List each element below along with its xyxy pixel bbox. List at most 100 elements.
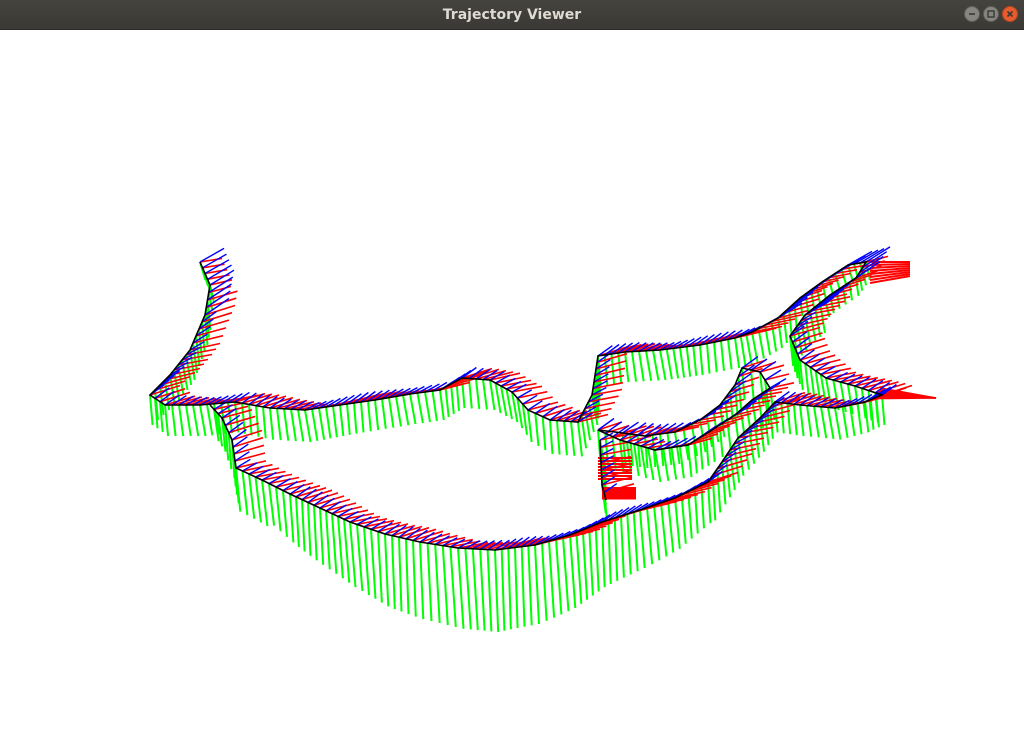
y-axis-marker [575, 532, 583, 604]
y-axis-marker [241, 470, 249, 516]
y-axis-marker [527, 545, 533, 626]
y-axis-marker [412, 540, 417, 617]
y-axis-marker [534, 544, 540, 625]
x-axis-marker [307, 492, 339, 504]
y-axis-marker [507, 548, 512, 630]
y-axis-marker [325, 510, 331, 570]
y-axis-marker [439, 389, 445, 421]
y-axis-marker [185, 404, 192, 437]
y-axis-marker [391, 535, 396, 610]
title-bar[interactable]: Trajectory Viewer [0, 0, 1024, 30]
y-axis-marker [434, 544, 441, 624]
y-axis-marker [479, 549, 486, 631]
y-axis-marker [556, 420, 561, 455]
y-axis-marker [457, 547, 465, 629]
minimize-button[interactable] [964, 6, 980, 22]
y-axis-marker [549, 419, 554, 455]
trajectory-plot[interactable] [0, 30, 1024, 741]
y-axis-marker [713, 342, 718, 373]
y-axis-marker [254, 476, 262, 523]
y-axis-marker [819, 302, 826, 334]
y-axis-marker [806, 405, 813, 437]
y-axis-marker [346, 403, 351, 435]
y-axis-marker [541, 416, 547, 451]
close-button[interactable] [1002, 6, 1018, 22]
y-axis-marker [311, 408, 319, 441]
y-axis-marker [563, 420, 568, 456]
y-axis-marker [384, 533, 390, 607]
y-axis-marker [562, 536, 570, 612]
y-axis-marker [374, 399, 380, 431]
y-axis-marker [464, 548, 472, 630]
y-axis-marker [500, 549, 506, 631]
app-window: Trajectory Viewer [0, 0, 1024, 741]
y-axis-marker [706, 343, 711, 374]
y-axis-marker [652, 350, 660, 381]
trajectory-canvas[interactable] [0, 30, 1024, 741]
y-axis-marker [799, 404, 805, 437]
x-axis-marker [154, 388, 186, 400]
y-axis-marker [792, 404, 798, 436]
y-axis-marker [646, 507, 654, 565]
y-axis-marker [395, 396, 402, 427]
y-axis-marker [569, 534, 577, 609]
y-axis-marker [475, 378, 481, 410]
y-axis-marker [471, 548, 479, 631]
y-axis-marker [786, 403, 792, 435]
y-axis-marker [441, 545, 449, 626]
y-axis-marker [813, 406, 820, 438]
y-axis-marker [276, 408, 282, 441]
y-axis-marker [665, 349, 673, 380]
y-axis-marker [631, 351, 638, 382]
y-axis-marker [699, 344, 704, 376]
y-axis-marker [581, 529, 589, 600]
y-axis-marker [275, 486, 282, 532]
y-axis-marker [343, 519, 351, 583]
y-axis-marker [820, 406, 828, 439]
y-axis-marker [431, 390, 438, 422]
y-axis-marker [426, 543, 433, 622]
y-axis-marker [416, 392, 424, 424]
x-axis-marker [313, 495, 345, 506]
y-axis-marker [363, 526, 370, 595]
y-axis-marker [541, 542, 548, 621]
y-axis-marker [757, 328, 765, 359]
y-axis-marker [527, 409, 533, 443]
y-axis-marker [402, 395, 410, 426]
y-axis-marker [534, 413, 540, 447]
y-axis-marker [875, 397, 880, 428]
window-title: Trajectory Viewer [442, 7, 582, 23]
y-axis-marker [248, 473, 256, 519]
y-axis-marker [588, 527, 594, 596]
y-axis-marker [398, 537, 403, 612]
y-axis-marker [289, 493, 295, 543]
y-axis-marker [678, 446, 685, 479]
y-axis-marker [520, 546, 526, 627]
y-axis-marker [638, 351, 645, 382]
y-axis-marker [149, 394, 154, 426]
y-axis-marker [377, 531, 383, 603]
window-controls [964, 6, 1018, 24]
y-axis-marker [331, 513, 338, 574]
y-axis-marker [297, 409, 305, 442]
y-axis-marker [295, 496, 300, 547]
y-axis-marker [444, 386, 450, 418]
y-axis-marker [283, 408, 290, 441]
y-axis-marker [639, 509, 646, 569]
y-axis-marker [555, 538, 563, 615]
y-axis-marker [601, 521, 606, 588]
y-axis-marker [692, 345, 698, 376]
y-axis-marker [570, 421, 576, 456]
close-icon [1006, 10, 1014, 18]
y-axis-marker [388, 397, 395, 428]
y-axis-marker [171, 404, 177, 437]
y-axis-marker [739, 335, 747, 367]
y-axis-marker [680, 494, 687, 544]
maximize-button[interactable] [983, 6, 999, 22]
y-axis-marker [613, 517, 619, 581]
y-axis-marker [647, 447, 655, 481]
y-axis-marker [261, 479, 269, 527]
y-axis-marker [199, 404, 207, 437]
y-axis-marker [339, 404, 345, 437]
x-axis-marker [319, 498, 351, 509]
